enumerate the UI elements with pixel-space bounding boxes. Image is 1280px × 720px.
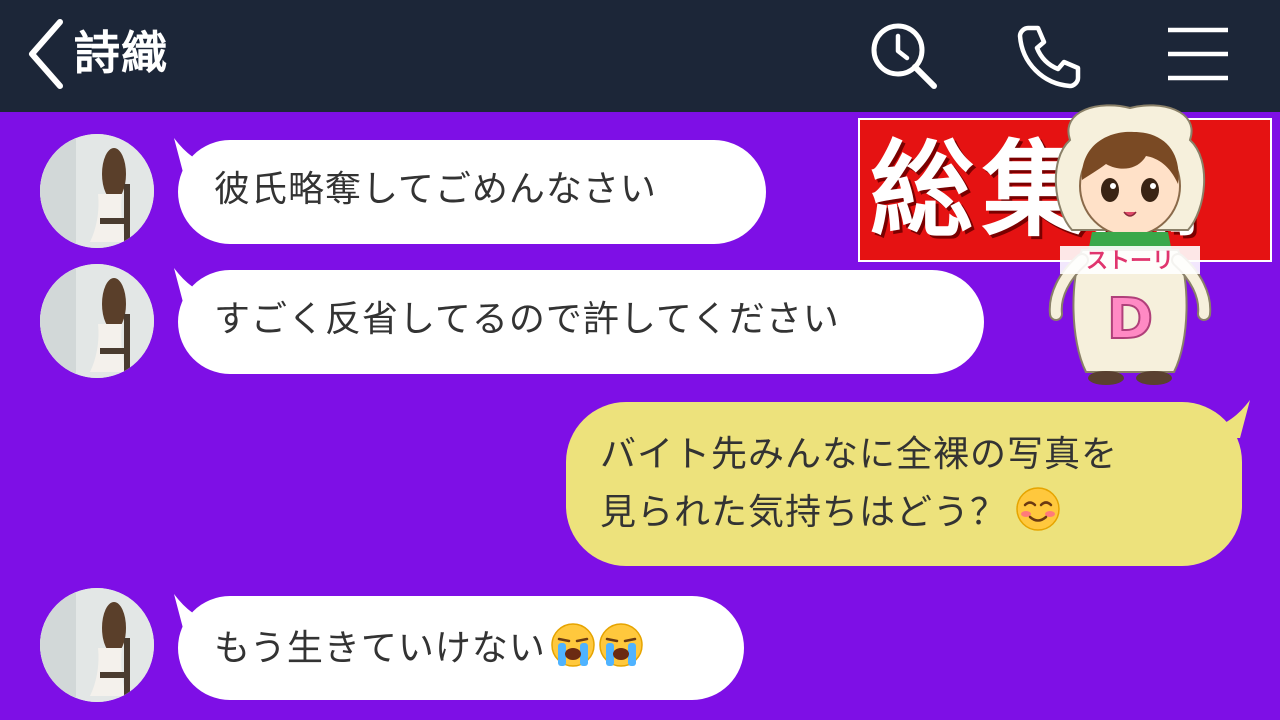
message-text-line1: バイト先みんなに全裸の写真を [600,434,1119,475]
message-bubble-incoming[interactable]: すごく反省してるので許してください [178,270,984,374]
message-bubble-incoming[interactable]: 彼氏略奪してごめんなさい [178,140,766,244]
smiling-blush-emoji-icon [1016,487,1060,531]
avatar-photo [40,588,154,702]
search-history-icon[interactable] [864,16,944,96]
mascot-character: ストーリ D [1048,104,1212,385]
mascot-sign-text: ストーリ [1086,249,1174,274]
message-text: すごく反省してるので許してください [214,299,840,340]
message-text: 彼氏略奪してごめんなさい [214,169,657,210]
message-bubble-incoming[interactable]: もう生きていけない [178,596,744,700]
back-chevron-icon[interactable] [22,18,70,90]
contact-avatar[interactable] [40,264,154,378]
message-text-line2: 見られた気持ちはどう？ [600,484,1242,542]
contact-avatar[interactable] [40,134,154,248]
loudly-crying-emoji-icon [599,623,643,667]
contact-avatar[interactable] [40,588,154,702]
avatar-photo [40,264,154,378]
chat-header: 詩織 [0,0,1280,112]
phone-call-icon[interactable] [1008,16,1088,96]
message-bubble-outgoing[interactable]: バイト先みんなに全裸の写真を 見られた気持ちはどう？ [566,402,1242,566]
hamburger-menu-icon[interactable] [1158,16,1238,96]
chat-title: 詩織 [74,26,168,80]
message-text: 見られた気持ちはどう？ [600,492,1008,533]
mascot-letter: D [1107,287,1153,352]
avatar-photo [40,134,154,248]
loudly-crying-emoji-icon [551,623,595,667]
message-text: もう生きていけない [214,628,546,669]
